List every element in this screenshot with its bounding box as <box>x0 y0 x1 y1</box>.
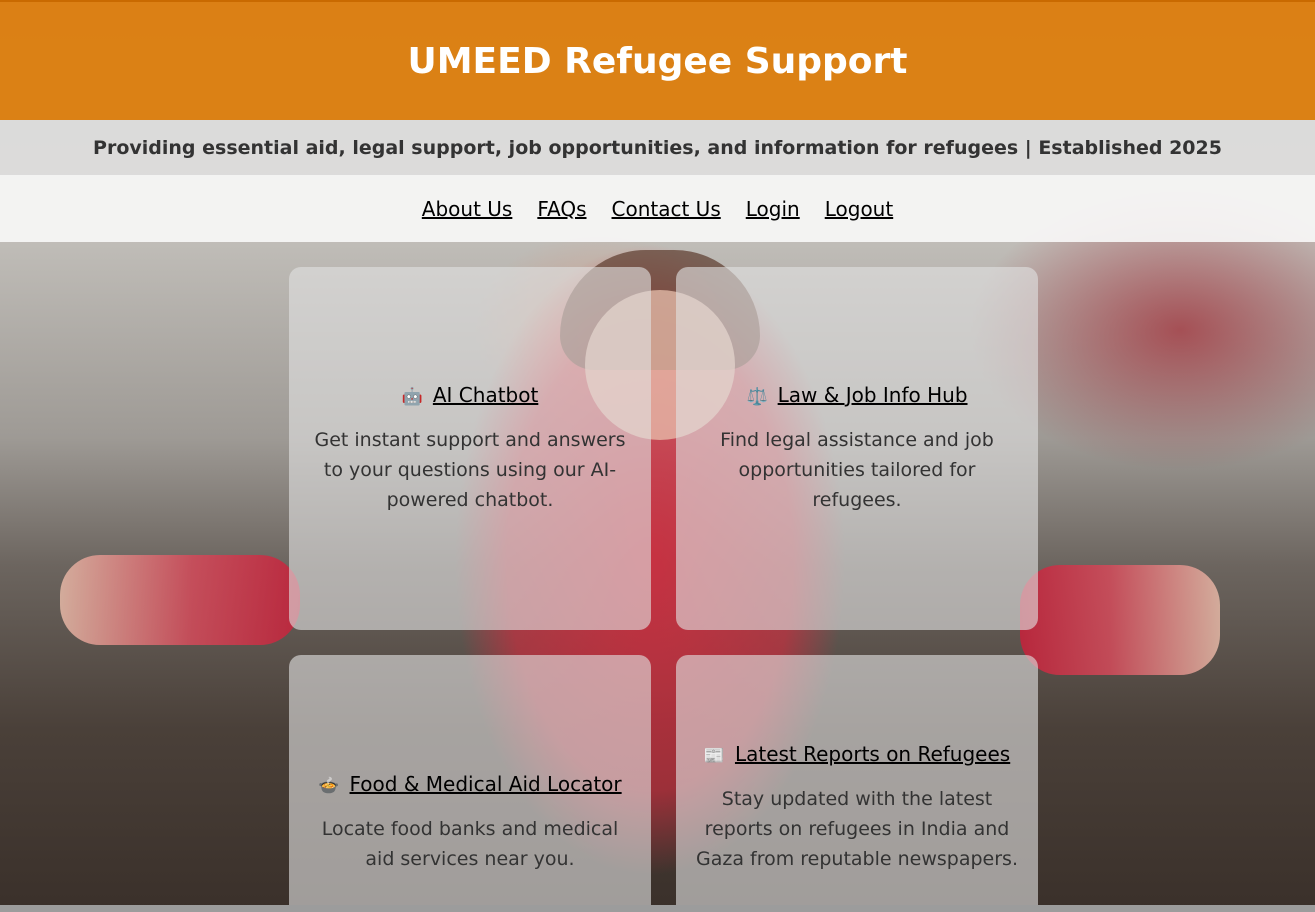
background-photo-detail <box>60 555 300 645</box>
nav-link-about-us[interactable]: About Us <box>422 197 513 221</box>
background-photo-detail <box>1020 565 1220 675</box>
site-title: UMEED Refugee Support <box>407 40 908 82</box>
window-bottom-edge <box>0 905 1315 912</box>
card-title: Latest Reports on Refugees <box>734 742 1011 766</box>
service-card-law-job-hub: ⚖️ Law & Job Info Hub Find legal assistan… <box>676 267 1038 630</box>
card-link-latest-reports[interactable]: 📰 Latest Reports on Refugees <box>704 742 1010 766</box>
robot-icon: 🤖 <box>401 386 423 407</box>
nav-link-faqs[interactable]: FAQs <box>537 197 586 221</box>
card-description: Get instant support and answers to your … <box>314 428 626 511</box>
site-tagline: Providing essential aid, legal support, … <box>93 136 1222 159</box>
service-card-food-medical-aid: 🍲 Food & Medical Aid Locator Locate food … <box>289 655 651 912</box>
card-title: Law & Job Info Hub <box>777 382 968 407</box>
card-description: Stay updated with the latest reports on … <box>696 788 1018 870</box>
card-description: Find legal assistance and job opportunit… <box>720 428 994 511</box>
newspaper-icon: 📰 <box>703 746 725 766</box>
scales-icon: ⚖️ <box>746 386 768 407</box>
food-bowl-icon: 🍲 <box>318 776 340 796</box>
nav-link-login[interactable]: Login <box>746 197 800 221</box>
card-title: AI Chatbot <box>432 382 539 407</box>
service-card-ai-chatbot: 🤖 AI Chatbot Get instant support and answ… <box>289 267 651 630</box>
nav-link-contact-us[interactable]: Contact Us <box>612 197 721 221</box>
nav-link-logout[interactable]: Logout <box>825 197 893 221</box>
card-description: Locate food banks and medical aid servic… <box>321 818 619 870</box>
tagline-bar: Providing essential aid, legal support, … <box>0 120 1315 175</box>
main-nav: About Us FAQs Contact Us Login Logout <box>0 175 1315 242</box>
card-link-law-job-hub[interactable]: ⚖️ Law & Job Info Hub <box>746 383 967 407</box>
site-header: UMEED Refugee Support <box>0 0 1315 120</box>
card-title: Food & Medical Aid Locator <box>349 772 622 796</box>
card-link-ai-chatbot[interactable]: 🤖 AI Chatbot <box>402 383 539 407</box>
service-card-latest-reports: 📰 Latest Reports on Refugees Stay updated… <box>676 655 1038 912</box>
card-link-food-medical-aid[interactable]: 🍲 Food & Medical Aid Locator <box>318 772 621 796</box>
